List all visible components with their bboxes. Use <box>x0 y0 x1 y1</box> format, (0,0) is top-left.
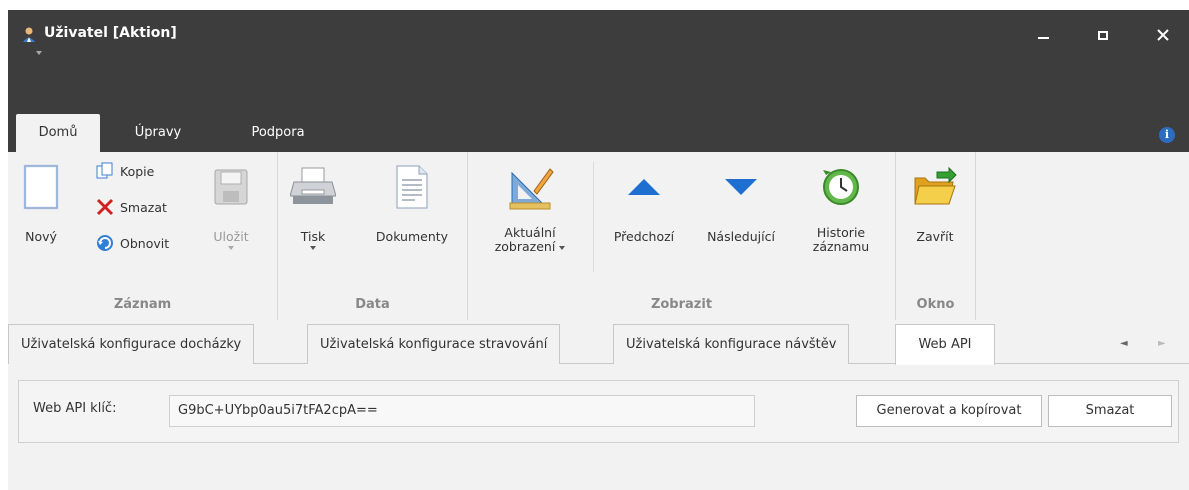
current-view-button[interactable]: Aktuální zobrazení <box>476 162 584 255</box>
group-okno: Zavřít Okno <box>896 152 976 320</box>
refresh-button[interactable]: Obnovit <box>94 232 169 254</box>
print-label: Tisk <box>300 229 326 244</box>
group-zaznam: Nový Kopie Smazat Obnovit Uložit Záznam <box>8 152 278 320</box>
tab-upravy[interactable]: Úpravy <box>118 114 198 152</box>
next-button[interactable]: Následující <box>694 162 788 244</box>
web-api-key-field[interactable]: G9bC+UYbp0au5i7tFA2cpA== <box>169 395 755 427</box>
web-api-key-label: Web API klíč: <box>33 401 117 416</box>
scroll-right-icon[interactable]: ► <box>1158 338 1166 349</box>
tab-domu[interactable]: Domů <box>16 114 100 152</box>
ribbon: Nový Kopie Smazat Obnovit Uložit Záznam … <box>8 152 1189 320</box>
title-bar: Uživatel [Aktion] <box>8 10 1189 61</box>
maximize-button[interactable] <box>1083 20 1123 50</box>
window-title: Uživatel [Aktion] <box>44 25 177 41</box>
new-document-icon <box>23 162 59 212</box>
clock-history-icon <box>821 162 861 212</box>
quick-access-dropdown-icon[interactable] <box>36 51 42 55</box>
refresh-label: Obnovit <box>120 235 170 251</box>
record-history-label-2: záznamu <box>812 239 870 255</box>
group-zobrazit: Aktuální zobrazení Předchozí Následující <box>468 152 896 320</box>
group-label-zobrazit: Zobrazit <box>650 297 713 312</box>
minimize-button[interactable] <box>1023 20 1063 50</box>
tab-visits-config[interactable]: Uživatelská konfigurace návštěv <box>613 324 850 364</box>
print-button[interactable]: Tisk <box>288 162 338 251</box>
tab-web-api[interactable]: Web API <box>895 324 995 365</box>
web-api-panel: Web API klíč: G9bC+UYbp0au5i7tFA2cpA== G… <box>18 380 1179 443</box>
close-button[interactable] <box>1143 20 1183 50</box>
delete-x-icon <box>94 196 116 218</box>
group-label-data: Data <box>355 297 390 312</box>
view-settings-icon <box>506 162 554 212</box>
group-label-zaznam: Záznam <box>113 297 172 312</box>
copy-icon <box>94 160 116 182</box>
new-label: Nový <box>25 229 57 244</box>
record-history-button[interactable]: Historie záznamu <box>798 162 884 255</box>
new-button[interactable]: Nový <box>20 162 62 244</box>
scroll-left-icon[interactable]: ◄ <box>1120 338 1128 349</box>
folder-exit-icon <box>913 162 957 212</box>
document-tab-strip: Uživatelská konfigurace docházky Uživate… <box>8 324 1189 365</box>
save-label: Uložit <box>213 229 249 244</box>
close-window-button[interactable]: Zavřít <box>902 162 968 244</box>
maximize-icon <box>1098 30 1108 40</box>
next-label: Následující <box>707 229 775 244</box>
info-icon[interactable]: i <box>1159 127 1175 143</box>
save-button[interactable]: Uložit <box>206 162 256 251</box>
content-area: Uživatelská konfigurace docházky Uživate… <box>8 320 1189 490</box>
floppy-disk-icon <box>214 162 248 212</box>
record-history-label-1: Historie <box>816 225 866 240</box>
documents-button[interactable]: Dokumenty <box>362 162 462 244</box>
save-dropdown-icon <box>228 246 234 251</box>
previous-button[interactable]: Předchozí <box>602 162 686 244</box>
previous-label: Předchozí <box>613 229 675 244</box>
generate-copy-button[interactable]: Generovat a kopírovat <box>856 395 1042 427</box>
arrow-down-icon <box>723 162 759 212</box>
current-view-label-1: Aktuální <box>504 225 556 240</box>
group-data: Tisk Dokumenty Data <box>278 152 468 320</box>
current-view-dropdown-icon <box>559 245 566 250</box>
print-dropdown-icon <box>310 246 316 251</box>
documents-label: Dokumenty <box>375 229 449 244</box>
document-icon <box>395 162 429 212</box>
delete-label: Smazat <box>120 199 167 215</box>
application-window: Uživatel [Aktion] Domů Úpravy Podpora i … <box>8 10 1189 490</box>
close-icon <box>1157 29 1169 41</box>
current-view-label-2: zobrazení <box>494 239 556 255</box>
tab-attendance-config[interactable]: Uživatelská konfigurace docházky <box>8 324 255 364</box>
ribbon-tab-bar: Domů Úpravy Podpora i <box>8 102 1189 152</box>
printer-icon <box>290 162 336 212</box>
quick-access-toolbar <box>8 51 1189 102</box>
arrow-up-icon <box>626 162 662 212</box>
user-app-icon <box>20 26 38 44</box>
tab-podpora[interactable]: Podpora <box>238 114 318 152</box>
minimize-icon <box>1037 37 1049 39</box>
delete-key-button[interactable]: Smazat <box>1048 395 1172 427</box>
copy-button[interactable]: Kopie <box>94 160 154 182</box>
separator <box>593 162 594 272</box>
refresh-icon <box>94 232 116 254</box>
group-label-okno: Okno <box>916 297 955 312</box>
delete-button[interactable]: Smazat <box>94 196 167 218</box>
copy-label: Kopie <box>120 163 155 179</box>
close-window-label: Zavřít <box>916 229 954 244</box>
tab-catering-config[interactable]: Uživatelská konfigurace stravování <box>307 324 561 364</box>
